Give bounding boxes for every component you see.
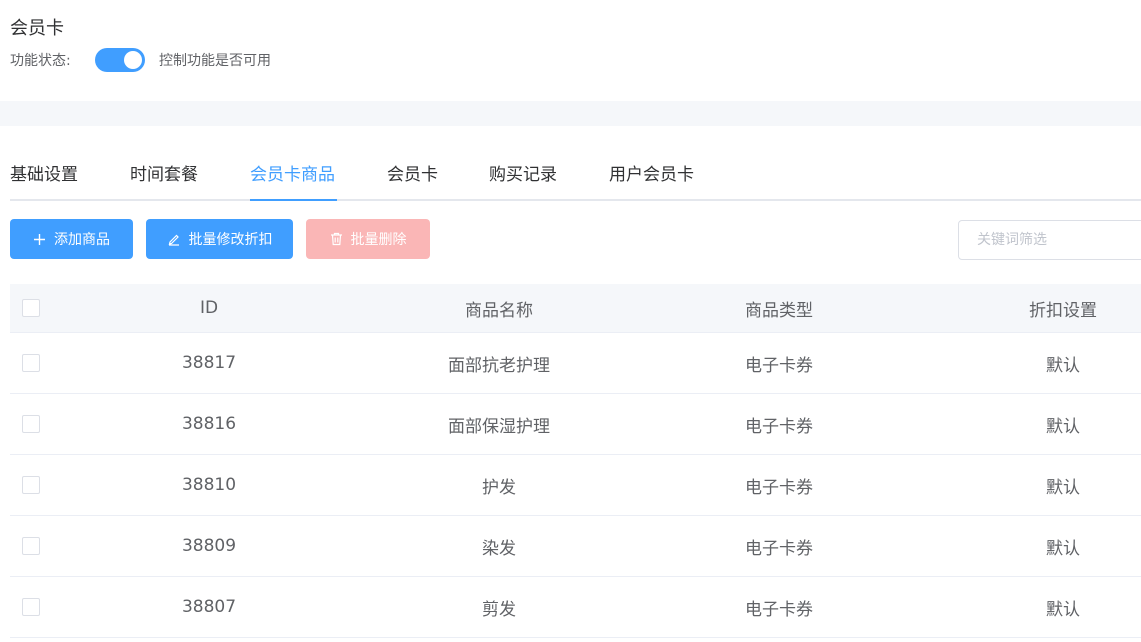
row-checkbox-cell [20, 455, 42, 515]
cell-type: 电子卡券 [745, 538, 813, 559]
section-divider [0, 101, 1141, 126]
cell-name: 面部保湿护理 [448, 416, 550, 437]
cell-type: 电子卡券 [745, 599, 813, 620]
cell-id: 38816 [181, 414, 237, 434]
plus-icon [33, 233, 46, 246]
tab-purchase-records[interactable]: 购买记录 [489, 150, 557, 201]
table-header: ID 商品名称 商品类型 折扣设置 [10, 284, 1141, 333]
table-row: 38816 面部保湿护理 电子卡券 默认 [10, 394, 1141, 455]
edit-icon [167, 232, 181, 246]
status-description: 控制功能是否可用 [159, 53, 271, 69]
keyword-filter-input[interactable] [958, 220, 1141, 260]
page-title: 会员卡 [10, 18, 64, 39]
cell-discount: 默认 [1046, 538, 1080, 559]
table-row: 38810 护发 电子卡券 默认 [10, 455, 1141, 516]
cell-id: 38810 [181, 475, 237, 495]
function-status-switch[interactable] [95, 48, 145, 72]
select-all-checkbox[interactable] [22, 299, 40, 317]
cell-type: 电子卡券 [745, 355, 813, 376]
row-checkbox[interactable] [22, 476, 40, 494]
row-checkbox-cell [20, 516, 42, 576]
column-header-name: 商品名称 [465, 300, 533, 321]
row-checkbox[interactable] [22, 537, 40, 555]
header-checkbox-cell [20, 284, 42, 332]
batch-edit-discount-button[interactable]: 批量修改折扣 [146, 219, 293, 259]
tab-member-card-products[interactable]: 会员卡商品 [250, 150, 335, 201]
row-checkbox-cell [20, 394, 42, 454]
column-header-discount: 折扣设置 [1029, 300, 1097, 321]
cell-discount: 默认 [1046, 416, 1080, 437]
row-checkbox[interactable] [22, 415, 40, 433]
column-header-type: 商品类型 [745, 300, 813, 321]
table-row: 38807 剪发 电子卡券 默认 [10, 577, 1141, 638]
row-checkbox[interactable] [22, 598, 40, 616]
cell-name: 面部抗老护理 [448, 355, 550, 376]
cell-name: 染发 [482, 538, 516, 559]
cell-type: 电子卡券 [745, 416, 813, 437]
row-checkbox-cell [20, 333, 42, 393]
trash-icon [330, 232, 343, 246]
cell-discount: 默认 [1046, 355, 1080, 376]
table-row: 38809 染发 电子卡券 默认 [10, 516, 1141, 577]
cell-name: 剪发 [482, 599, 516, 620]
table-row: 38817 面部抗老护理 电子卡券 默认 [10, 333, 1141, 394]
page: 会员卡 功能状态: 控制功能是否可用 基础设置 时间套餐 会员卡商品 会员卡 购… [0, 0, 1141, 642]
row-checkbox[interactable] [22, 354, 40, 372]
switch-knob [124, 51, 142, 69]
tab-basic-settings[interactable]: 基础设置 [10, 150, 78, 201]
cell-discount: 默认 [1046, 477, 1080, 498]
cell-id: 38817 [181, 353, 237, 373]
cell-id: 38809 [181, 536, 237, 556]
active-tab-indicator [250, 199, 337, 201]
status-label: 功能状态: [10, 53, 71, 69]
column-header-id: ID [199, 298, 219, 318]
add-product-label: 添加商品 [54, 232, 110, 248]
batch-edit-discount-label: 批量修改折扣 [188, 232, 273, 248]
cell-name: 护发 [482, 477, 516, 498]
function-status-row: 功能状态: 控制功能是否可用 [10, 46, 271, 74]
add-product-button[interactable]: 添加商品 [10, 219, 133, 259]
cell-id: 38807 [181, 597, 237, 617]
tab-member-card[interactable]: 会员卡 [387, 150, 438, 201]
batch-delete-label: 批量删除 [350, 232, 407, 248]
cell-type: 电子卡券 [745, 477, 813, 498]
tab-bar: 基础设置 时间套餐 会员卡商品 会员卡 购买记录 用户会员卡 [10, 150, 1141, 201]
product-table: ID 商品名称 商品类型 折扣设置 38817 面部抗老护理 电子卡券 默认 3… [10, 284, 1141, 638]
row-checkbox-cell [20, 577, 42, 637]
tab-user-member-card[interactable]: 用户会员卡 [609, 150, 694, 201]
cell-discount: 默认 [1046, 599, 1080, 620]
tab-time-package[interactable]: 时间套餐 [130, 150, 198, 201]
batch-delete-button[interactable]: 批量删除 [306, 219, 430, 259]
